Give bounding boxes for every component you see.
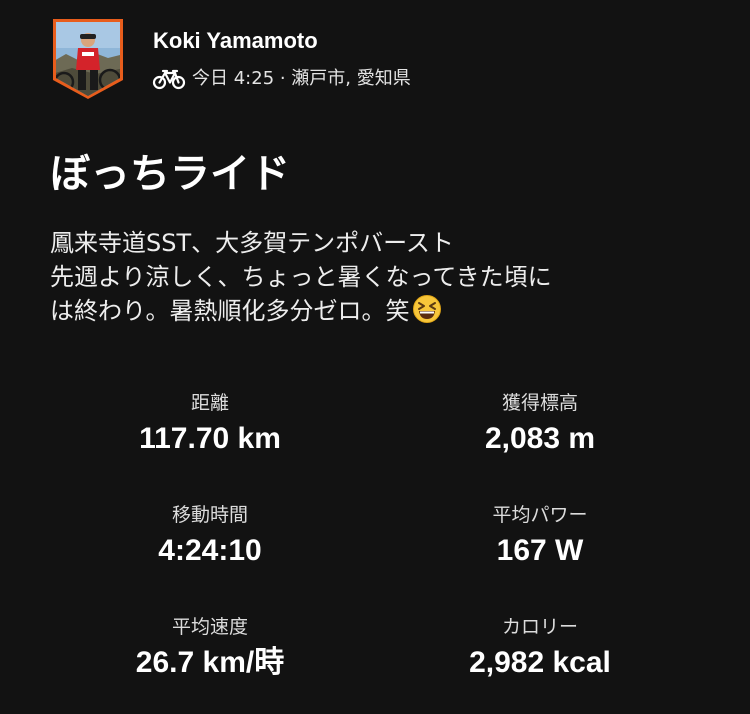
activity-title[interactable]: ぼっちライド (50, 148, 290, 200)
stat-average-speed: 平均速度 26.7 km/時 (60, 614, 360, 681)
activity-description: 鳳来寺道SST、大多賀テンポバースト 先週より涼しく、ちょっと暑くなってきた頃に… (50, 226, 710, 328)
description-line: 鳳来寺道SST、大多賀テンポバースト (50, 229, 454, 257)
stat-distance: 距離 117.70 km (60, 390, 360, 457)
stat-label: 平均速度 (171, 616, 248, 638)
stat-value: 2,982 kcal (469, 646, 611, 679)
activity-meta: 今日 4:25 · 瀬戸市, 愛知県 (152, 66, 411, 92)
stat-value: 26.7 km/時 (135, 646, 285, 679)
stat-moving-time: 移動時間 4:24:10 (60, 502, 360, 569)
stat-label: カロリー (501, 616, 578, 638)
activity-header: Koki Yamamoto 今日 4:25 · 瀬戸市, 愛知県 (52, 18, 712, 102)
stat-elevation-gain: 獲得標高 2,083 m (390, 390, 690, 457)
athlete-name[interactable]: Koki Yamamoto (153, 28, 318, 54)
stat-value: 167 W (496, 534, 584, 567)
stat-label: 平均パワー (492, 504, 588, 526)
stat-value: 4:24:10 (158, 534, 262, 567)
description-line-last: は終わり。暑熱順化多分ゼロ。笑 (50, 294, 710, 328)
stat-calories: カロリー 2,982 kcal (390, 614, 690, 681)
bicycle-icon (152, 69, 186, 90)
description-line: 先週より涼しく、ちょっと暑くなってきた頃に (50, 263, 552, 291)
activity-date-location: 今日 4:25 · 瀬戸市, 愛知県 (192, 68, 411, 89)
stat-value: 117.70 km (139, 422, 281, 455)
avatar-badge-frame (53, 19, 123, 99)
stat-label: 移動時間 (171, 504, 248, 526)
stat-value: 2,083 m (484, 422, 596, 455)
stat-average-power: 平均パワー 167 W (390, 502, 690, 569)
stat-label: 距離 (190, 392, 229, 414)
description-line-text: は終わり。暑熱順化多分ゼロ。笑 (50, 297, 410, 325)
grinning-squinting-face-emoji (412, 295, 441, 323)
stat-label: 獲得標高 (501, 392, 578, 414)
athlete-avatar[interactable] (52, 18, 124, 100)
